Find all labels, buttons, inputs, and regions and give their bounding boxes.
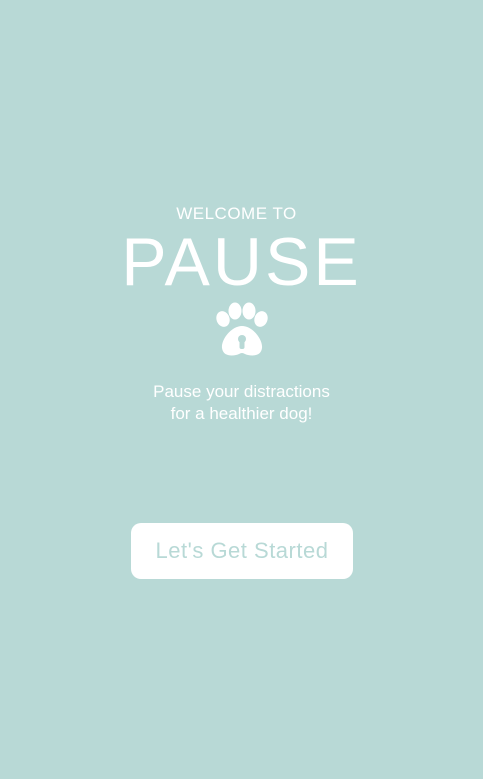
tagline-line-2: for a healthier dog! <box>170 404 313 423</box>
app-title: PAUSE <box>121 224 362 300</box>
tagline-line-1: Pause your distractions <box>153 382 330 401</box>
get-started-button[interactable]: Let's Get Started <box>131 523 353 579</box>
tagline: Pause your distractions for a healthier … <box>0 381 483 425</box>
welcome-screen: WELCOME TO PAUSE Pause your distractions… <box>0 0 483 779</box>
welcome-kicker: WELCOME TO <box>176 204 297 223</box>
paw-print-icon <box>216 302 268 356</box>
